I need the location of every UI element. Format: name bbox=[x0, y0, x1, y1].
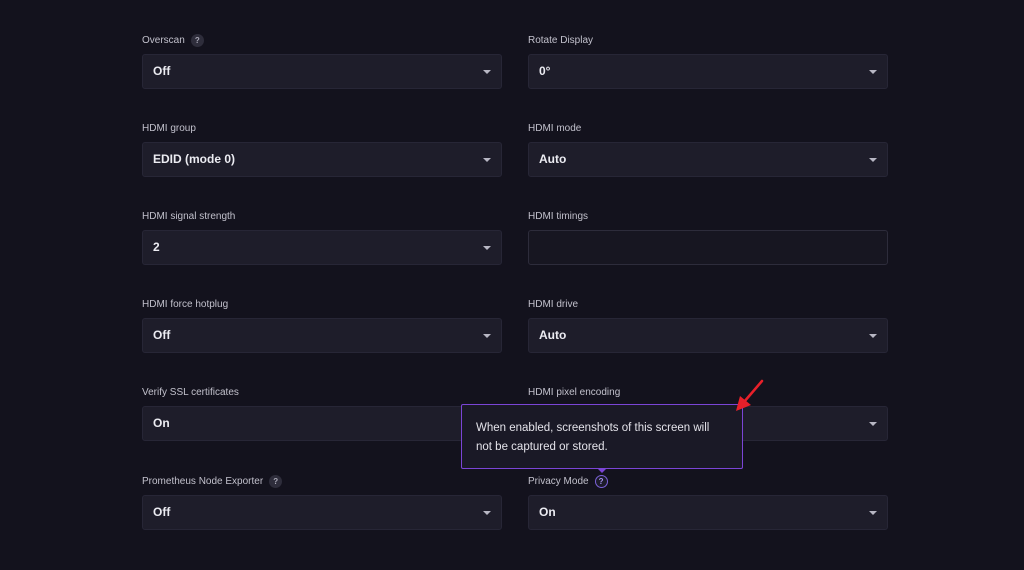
hdmi-pixel-encoding-field: HDMI pixel encoding bbox=[528, 385, 888, 441]
prometheus-node-exporter-select[interactable]: Off bbox=[142, 495, 502, 530]
hdmi-drive-value: Auto bbox=[539, 328, 567, 342]
prometheus-node-exporter-label: Prometheus Node Exporter bbox=[142, 475, 264, 487]
hdmi-mode-value: Auto bbox=[539, 152, 567, 166]
hdmi-mode-label: HDMI mode bbox=[528, 122, 582, 134]
rotate-display-label: Rotate Display bbox=[528, 34, 594, 46]
hdmi-mode-select[interactable]: Auto bbox=[528, 142, 888, 177]
tooltip-pointer bbox=[597, 468, 607, 473]
hdmi-drive-select[interactable]: Auto bbox=[528, 318, 888, 353]
hdmi-group-select[interactable]: EDID (mode 0) bbox=[142, 142, 502, 177]
hdmi-timings-label: HDMI timings bbox=[528, 210, 589, 222]
hdmi-group-label: HDMI group bbox=[142, 122, 196, 134]
hdmi-signal-strength-select[interactable]: 2 bbox=[142, 230, 502, 265]
privacy-mode-help-icon[interactable]: ? bbox=[594, 474, 608, 488]
hdmi-timings-input[interactable] bbox=[528, 230, 888, 265]
hdmi-pixel-encoding-label: HDMI pixel encoding bbox=[528, 386, 621, 398]
privacy-mode-label: Privacy Mode bbox=[528, 475, 589, 487]
overscan-field: Overscan ? Off bbox=[142, 33, 502, 89]
red-arrow-icon bbox=[736, 379, 764, 411]
chevron-down-icon bbox=[869, 334, 877, 338]
verify-ssl-label: Verify SSL certificates bbox=[142, 386, 239, 398]
hdmi-force-hotplug-select[interactable]: Off bbox=[142, 318, 502, 353]
hdmi-force-hotplug-value: Off bbox=[153, 328, 171, 342]
rotate-display-field: Rotate Display 0° bbox=[528, 33, 888, 89]
chevron-down-icon bbox=[869, 422, 877, 426]
privacy-mode-field: Privacy Mode ? On bbox=[528, 474, 888, 530]
chevron-down-icon bbox=[483, 334, 491, 338]
prometheus-node-exporter-field: Prometheus Node Exporter ? Off bbox=[142, 474, 502, 530]
hdmi-group-value: EDID (mode 0) bbox=[153, 152, 236, 166]
privacy-mode-tooltip: When enabled, screenshots of this screen… bbox=[461, 404, 743, 469]
hdmi-force-hotplug-field: HDMI force hotplug Off bbox=[142, 297, 502, 353]
hdmi-group-field: HDMI group EDID (mode 0) bbox=[142, 121, 502, 177]
chevron-down-icon bbox=[869, 70, 877, 74]
hdmi-drive-field: HDMI drive Auto bbox=[528, 297, 888, 353]
chevron-down-icon bbox=[869, 158, 877, 162]
overscan-select[interactable]: Off bbox=[142, 54, 502, 89]
hdmi-mode-field: HDMI mode Auto bbox=[528, 121, 888, 177]
prometheus-node-exporter-value: Off bbox=[153, 505, 171, 519]
overscan-help-icon[interactable]: ? bbox=[190, 33, 204, 47]
verify-ssl-select[interactable]: On bbox=[142, 406, 502, 441]
chevron-down-icon bbox=[483, 511, 491, 515]
verify-ssl-field: Verify SSL certificates On bbox=[142, 385, 502, 441]
hdmi-signal-strength-field: HDMI signal strength 2 bbox=[142, 209, 502, 265]
overscan-value: Off bbox=[153, 64, 171, 78]
tooltip-text: When enabled, screenshots of this screen… bbox=[476, 422, 710, 453]
prometheus-help-icon[interactable]: ? bbox=[269, 474, 283, 488]
hdmi-force-hotplug-label: HDMI force hotplug bbox=[142, 298, 229, 310]
chevron-down-icon bbox=[483, 246, 491, 250]
overscan-label: Overscan bbox=[142, 34, 185, 46]
verify-ssl-value: On bbox=[153, 416, 170, 430]
settings-page: Overscan ? Off Rotate Display 0° HDMI gr… bbox=[0, 0, 1024, 570]
privacy-mode-select[interactable]: On bbox=[528, 495, 888, 530]
rotate-display-value: 0° bbox=[539, 64, 551, 78]
hdmi-signal-strength-value: 2 bbox=[153, 240, 160, 254]
rotate-display-select[interactable]: 0° bbox=[528, 54, 888, 89]
privacy-mode-value: On bbox=[539, 505, 556, 519]
hdmi-timings-field: HDMI timings bbox=[528, 209, 888, 265]
hdmi-drive-label: HDMI drive bbox=[528, 298, 579, 310]
hdmi-signal-strength-label: HDMI signal strength bbox=[142, 210, 236, 222]
chevron-down-icon bbox=[869, 511, 877, 515]
chevron-down-icon bbox=[483, 70, 491, 74]
chevron-down-icon bbox=[483, 158, 491, 162]
